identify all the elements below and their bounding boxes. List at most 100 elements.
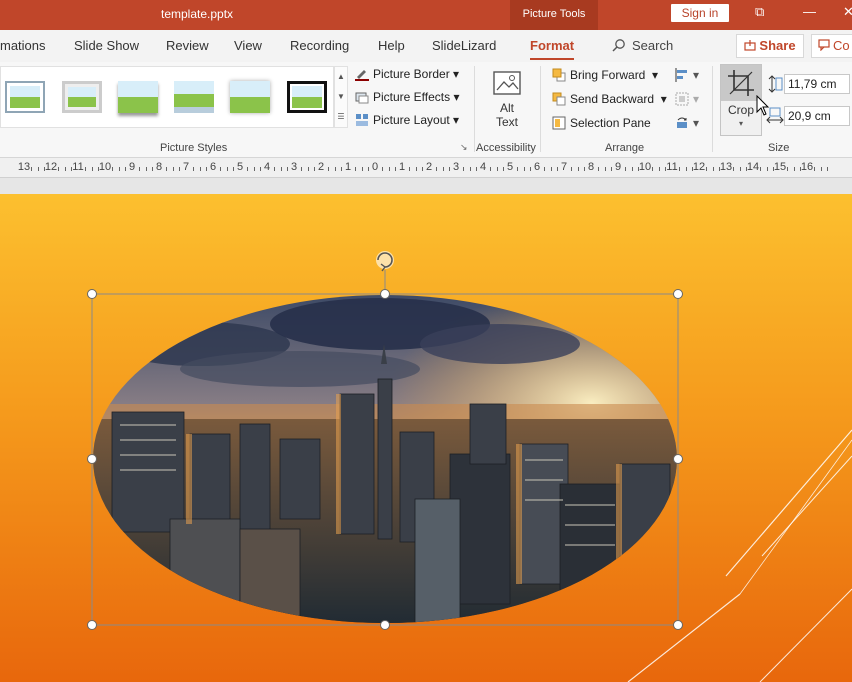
minimize-icon[interactable]: —	[803, 4, 816, 19]
ruler-tick-label: 7	[182, 161, 190, 173]
tab-format[interactable]: Format	[530, 38, 575, 60]
crop-icon-area[interactable]	[721, 65, 761, 101]
tab-view[interactable]: View	[234, 38, 262, 53]
ruler-minor-tick	[793, 167, 795, 171]
ruler-minor-tick	[820, 167, 822, 171]
ruler-minor-tick	[192, 167, 194, 171]
ruler-minor-tick	[611, 167, 613, 171]
ruler-minor-tick	[658, 167, 660, 171]
ruler-minor-tick	[152, 167, 154, 171]
ruler-tick-label: 3	[290, 161, 298, 173]
resize-handle-right[interactable]	[673, 454, 683, 464]
resize-handle-bottom[interactable]	[380, 620, 390, 630]
ruler-minor-tick	[408, 167, 410, 171]
picture-border-label: Picture Border	[373, 67, 450, 81]
ruler-minor-tick	[435, 167, 437, 171]
ruler-minor-tick	[314, 167, 316, 171]
ruler-minor-tick	[813, 167, 815, 171]
picture-styles-group-label: Picture Styles	[160, 142, 228, 154]
selection-pane-button[interactable]: Selection Pane	[552, 116, 651, 130]
send-backward-button[interactable]: Send Backward ▾	[552, 92, 667, 106]
ruler-minor-tick	[543, 167, 545, 171]
slide-canvas[interactable]	[0, 194, 852, 682]
resize-handle-top-left[interactable]	[87, 289, 97, 299]
ruler-minor-tick	[253, 167, 255, 171]
ruler-minor-tick	[786, 167, 788, 171]
picture-style-thumb[interactable]	[287, 81, 327, 113]
chevron-up-icon[interactable]: ▲	[335, 67, 347, 87]
ruler-tick-label: 1	[398, 161, 406, 173]
alt-text-icon	[493, 71, 521, 95]
gallery-more-icon[interactable]: ☰	[335, 107, 347, 127]
search-icon	[612, 39, 625, 52]
ruler-minor-tick	[469, 167, 471, 171]
group-objects-button[interactable]: ▾	[675, 92, 699, 106]
tab-animations[interactable]: mations	[0, 38, 46, 53]
picture-border-button[interactable]: Picture Border ▾	[355, 67, 459, 81]
send-backward-label: Send Backward	[570, 92, 655, 106]
picture-effects-label: Picture Effects	[373, 90, 451, 104]
align-button[interactable]: ▾	[675, 68, 699, 82]
ruler-minor-tick	[84, 167, 86, 171]
ruler-minor-tick	[37, 167, 39, 171]
rotate-button[interactable]: ▾	[675, 116, 699, 130]
chevron-down-icon[interactable]: ▼	[335, 87, 347, 107]
chevron-down-icon[interactable]: ▾	[721, 119, 761, 128]
bring-forward-button[interactable]: Bring Forward ▾	[552, 68, 658, 82]
picture-tools-context-tab: Picture Tools	[510, 0, 598, 30]
picture-style-thumb[interactable]	[230, 81, 270, 113]
picture-style-thumb[interactable]	[5, 81, 45, 113]
ruler-tick-label: 13	[719, 161, 733, 173]
ruler-minor-tick	[246, 167, 248, 171]
resize-handle-bottom-right[interactable]	[673, 620, 683, 630]
picture-layout-button[interactable]: Picture Layout ▾	[355, 113, 459, 127]
ruler-tick-label: 10	[98, 161, 112, 173]
close-icon[interactable]: ✕	[843, 4, 852, 20]
shape-width-input[interactable]: 20,9 cm	[784, 106, 850, 126]
share-button[interactable]: Share	[736, 34, 804, 58]
picture-layout-label: Picture Layout	[373, 113, 450, 127]
city-picture[interactable]	[90, 294, 680, 634]
ruler-minor-tick	[118, 167, 120, 171]
resize-handle-bottom-left[interactable]	[87, 620, 97, 630]
dialog-launcher-icon[interactable]: ↘	[460, 142, 468, 153]
sign-in-button[interactable]: Sign in	[671, 4, 729, 22]
tab-help[interactable]: Help	[378, 38, 405, 53]
shape-width-icon	[766, 107, 784, 124]
shape-height-input[interactable]: 11,79 cm	[784, 74, 850, 94]
search-box[interactable]: Search	[612, 38, 673, 53]
ruler-minor-tick	[64, 167, 66, 171]
ruler-tick-label: 13	[17, 161, 31, 173]
tab-slidelizard[interactable]: SlideLizard	[432, 38, 496, 53]
ruler-tick-label: 11	[666, 161, 678, 173]
ruler-minor-tick	[91, 167, 93, 171]
picture-style-thumb[interactable]	[118, 81, 158, 113]
ruler-minor-tick	[489, 167, 491, 171]
tab-slide-show[interactable]: Slide Show	[74, 38, 139, 53]
rotate-handle-icon[interactable]	[376, 251, 394, 272]
ribbon-display-options-icon[interactable]: ⧉	[755, 4, 764, 20]
alt-text-button[interactable]: Alt Text	[487, 70, 527, 129]
share-label: Share	[759, 38, 796, 53]
picture-effects-button[interactable]: Picture Effects ▾	[355, 90, 460, 104]
ruler-minor-tick	[219, 167, 221, 171]
ruler-tick-label: 7	[560, 161, 568, 173]
comments-button[interactable]: Co	[811, 34, 852, 58]
ruler-minor-tick	[415, 167, 417, 171]
ruler-minor-tick	[604, 167, 606, 171]
tab-recording[interactable]: Recording	[290, 38, 349, 53]
ruler-tick-label: 12	[692, 161, 706, 173]
picture-style-thumb[interactable]	[174, 81, 214, 113]
resize-handle-top[interactable]	[380, 289, 390, 299]
resize-handle-left[interactable]	[87, 454, 97, 464]
gallery-scroll[interactable]: ▲ ▼ ☰	[334, 66, 348, 128]
ruler-minor-tick	[226, 167, 228, 171]
resize-handle-top-right[interactable]	[673, 289, 683, 299]
align-icon	[675, 68, 687, 82]
picture-style-thumb[interactable]	[62, 81, 102, 113]
alt-text-label-1: Alt	[499, 101, 514, 115]
ruler-minor-tick	[287, 167, 289, 171]
ruler-minor-tick	[631, 167, 633, 171]
tab-review[interactable]: Review	[166, 38, 209, 53]
ruler-tick-label: 2	[317, 161, 325, 173]
